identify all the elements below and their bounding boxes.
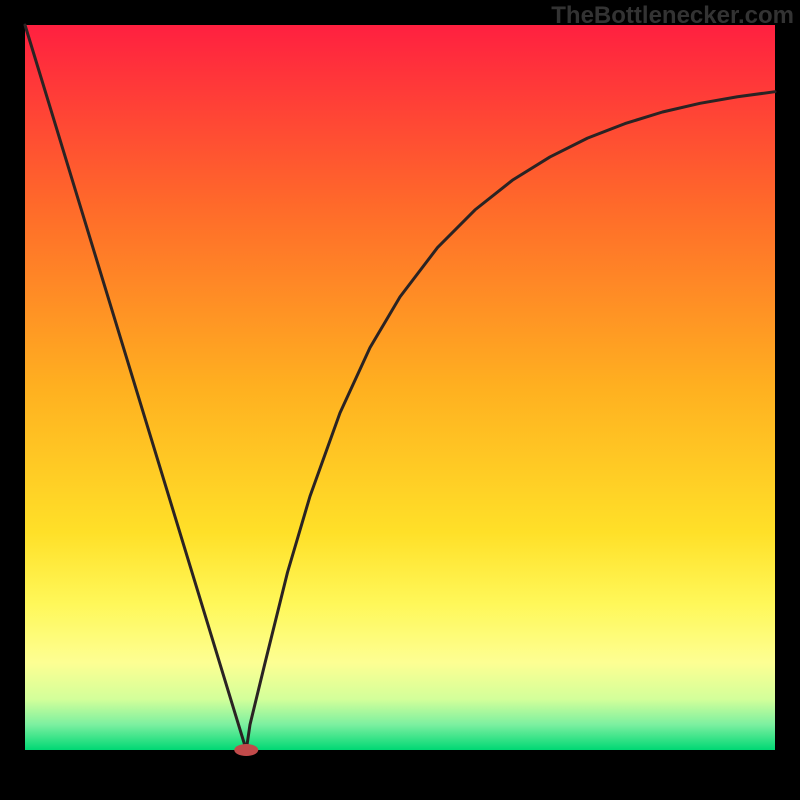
minimum-marker	[234, 744, 258, 756]
bottleneck-chart	[0, 0, 800, 800]
chart-background	[25, 25, 775, 750]
watermark-label: TheBottlenecker.com	[551, 2, 794, 30]
chart-container: TheBottlenecker.com	[0, 0, 800, 800]
